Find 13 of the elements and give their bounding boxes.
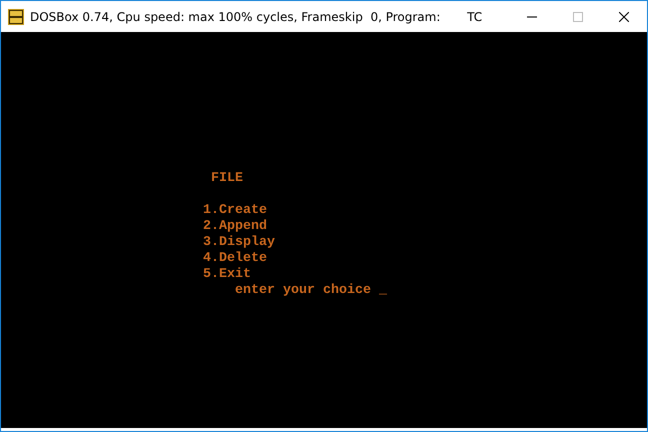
- menu-option: 3.Display: [203, 235, 275, 251]
- text-cursor: _: [378, 283, 387, 299]
- maximize-icon: [573, 12, 583, 22]
- choice-prompt: enter your choice: [235, 283, 371, 299]
- menu-option: 5.Exit: [203, 267, 251, 283]
- minimize-icon: [527, 16, 537, 18]
- menu-heading: FILE: [211, 171, 243, 187]
- window-title: DOSBox 0.74, Cpu speed: max 100% cycles, Frameskip 0, Program: TC: [30, 8, 484, 26]
- menu-option: 2.Append: [203, 219, 267, 235]
- menu-option: 1.Create: [203, 203, 267, 219]
- menu-option: 4.Delete: [203, 251, 267, 267]
- app-icon: [8, 8, 24, 24]
- close-icon: [619, 12, 629, 22]
